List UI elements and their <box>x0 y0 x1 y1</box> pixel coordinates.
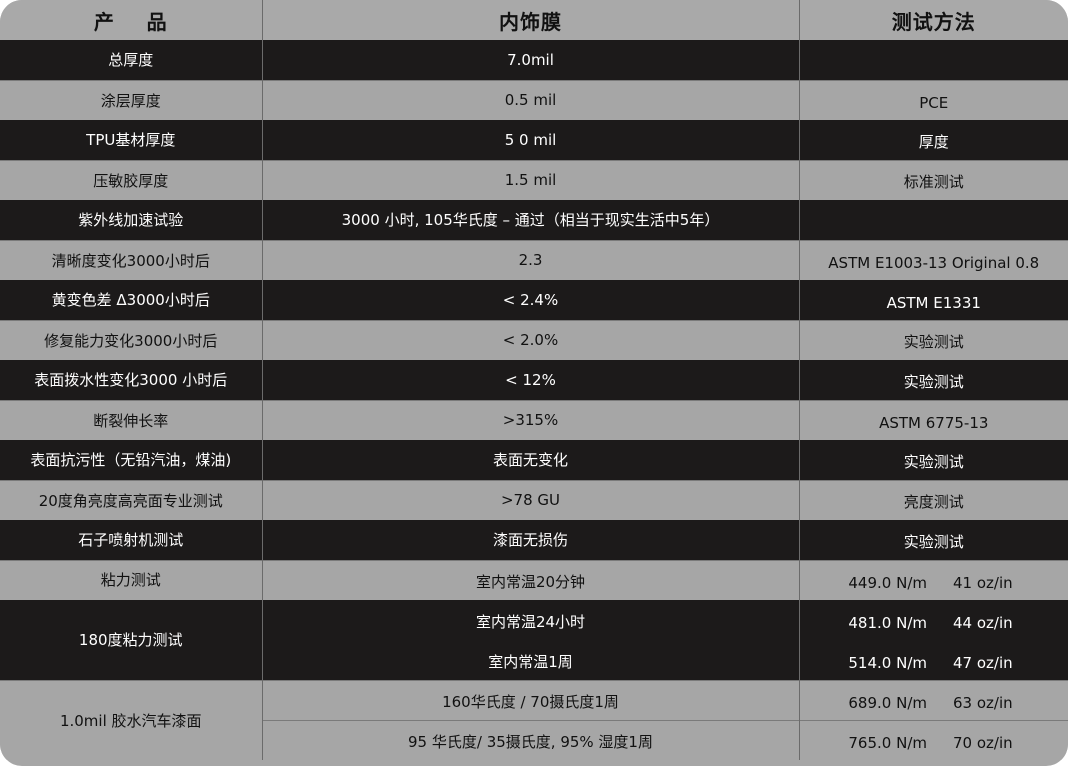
method-cell: 实验测试 <box>903 372 964 391</box>
value-cell: 3000 小时, 105华氏度 – 通过（相当于现实生活中5年） <box>262 200 800 240</box>
product-cell: 粘力测试 <box>0 559 263 600</box>
adhesion-nm: 514.0 N/m <box>848 653 927 672</box>
value-cell: >315% <box>262 399 800 440</box>
adhesion-ozin: 47 oz/in <box>953 653 1013 672</box>
adhesion-ozin: 44 oz/in <box>953 614 1013 632</box>
product-cell: 压敏胶厚度 <box>0 159 263 200</box>
value-cell: 2.3 <box>262 239 800 280</box>
table-row: 石子喷射机测试 漆面无损伤 实验测试 <box>0 520 1068 560</box>
adhesion-ozin: 41 oz/in <box>953 574 1013 592</box>
condition-cell: 160华氏度 / 70摄氏度1周 <box>262 679 800 720</box>
adhesion-ozin: 63 oz/in <box>953 693 1013 712</box>
header-row: 产 品 内饰膜 测试方法 <box>0 0 1068 40</box>
adhesion-nm: 689.0 N/m <box>848 693 927 712</box>
table-row: TPU基材厚度 5 0 mil 厚度 <box>0 120 1068 160</box>
condition-cell: 室内常温24小时 <box>262 600 800 640</box>
value-cell: 表面无变化 <box>262 440 800 480</box>
product-cell: 表面抗污性（无铅汽油，煤油) <box>0 440 263 480</box>
table-row: 黄变色差 Δ3000小时后 < 2.4% ASTM E1331 <box>0 280 1068 320</box>
adhesion-nm: 481.0 N/m <box>848 614 927 632</box>
table-row: 1.0mil 胶水汽车漆面 160华氏度 / 70摄氏度1周 689.0 N/m… <box>0 679 1068 760</box>
method-cell: 实验测试 <box>903 532 964 551</box>
adhesion-values: 689.0 N/m 63 oz/in <box>799 679 1068 720</box>
table-row: 表面拨水性变化3000 小时后 < 12% 实验测试 <box>0 360 1068 400</box>
value-cell: < 2.4% <box>262 280 800 320</box>
table-row: 粘力测试 室内常温20分钟 449.0 N/m 41 oz/in <box>0 559 1068 600</box>
method-cell: 标准测试 <box>799 159 1068 200</box>
method-cell <box>799 40 1068 80</box>
adhesion-nm: 765.0 N/m <box>848 734 927 752</box>
adhesion-values: 481.0 N/m 44 oz/in <box>799 600 1068 640</box>
method-cell: PCE <box>799 79 1068 120</box>
table-row: 表面抗污性（无铅汽油，煤油) 表面无变化 实验测试 <box>0 440 1068 480</box>
table-row: 涂层厚度 0.5 mil PCE <box>0 79 1068 120</box>
condition-cell: 室内常温1周 <box>262 640 800 680</box>
product-cell: 紫外线加速试验 <box>0 200 263 240</box>
table-row: 断裂伸长率 >315% ASTM 6775-13 <box>0 399 1068 440</box>
method-cell <box>799 200 1068 240</box>
header-method: 测试方法 <box>891 9 976 34</box>
adhesion-ozin: 70 oz/in <box>953 734 1013 752</box>
adhesion-nm: 449.0 N/m <box>848 574 927 592</box>
spec-table: 产 品 内饰膜 测试方法 总厚度 7.0mil 涂层厚度 0.5 mil PCE… <box>0 0 1068 760</box>
table-row: 180度粘力测试 室内常温24小时 481.0 N/m 44 oz/in <box>0 600 1068 680</box>
header-product: 产 品 <box>0 0 263 40</box>
product-cell: 1.0mil 胶水汽车漆面 <box>0 679 263 760</box>
adhesion-values: 765.0 N/m 70 oz/in <box>799 719 1068 760</box>
table-row: 压敏胶厚度 1.5 mil 标准测试 <box>0 159 1068 200</box>
product-cell: 涂层厚度 <box>0 79 263 120</box>
table-row: 20度角亮度高亮面专业测试 >78 GU 亮度测试 <box>0 479 1068 520</box>
table-row: 总厚度 7.0mil <box>0 40 1068 80</box>
condition-cell: 95 华氏度/ 35摄氏度, 95% 湿度1周 <box>262 719 800 760</box>
method-cell: ASTM 6775-13 <box>799 399 1068 440</box>
product-cell: 表面拨水性变化3000 小时后 <box>0 360 263 400</box>
product-cell: 总厚度 <box>0 40 263 80</box>
method-cell: 亮度测试 <box>799 479 1068 520</box>
product-cell: 清晰度变化3000小时后 <box>0 239 263 280</box>
adhesion-values: 514.0 N/m 47 oz/in <box>799 640 1068 680</box>
product-cell: 断裂伸长率 <box>0 399 263 440</box>
method-cell: 厚度 <box>918 132 949 151</box>
method-cell: ASTM E1003-13 Original 0.8 <box>799 239 1068 280</box>
method-cell: ASTM E1331 <box>886 293 981 312</box>
adhesion-values: 449.0 N/m 41 oz/in <box>799 559 1068 600</box>
value-cell: 漆面无损伤 <box>262 520 800 560</box>
product-cell: 180度粘力测试 <box>0 600 263 680</box>
product-cell: 20度角亮度高亮面专业测试 <box>0 479 263 520</box>
value-cell: < 12% <box>262 360 800 400</box>
header-film: 内饰膜 <box>262 0 800 40</box>
spec-sheet: 产 品 内饰膜 测试方法 总厚度 7.0mil 涂层厚度 0.5 mil PCE… <box>0 0 1068 766</box>
product-cell: 修复能力变化3000小时后 <box>0 319 263 360</box>
value-cell: >78 GU <box>262 479 800 520</box>
value-cell: < 2.0% <box>262 319 800 360</box>
table-row: 修复能力变化3000小时后 < 2.0% 实验测试 <box>0 319 1068 360</box>
product-cell: 黄变色差 Δ3000小时后 <box>0 280 263 320</box>
value-cell: 1.5 mil <box>262 159 800 200</box>
method-cell: 实验测试 <box>799 319 1068 360</box>
table-row: 清晰度变化3000小时后 2.3 ASTM E1003-13 Original … <box>0 239 1068 280</box>
method-cell: 实验测试 <box>903 452 964 471</box>
condition-cell: 室内常温20分钟 <box>262 559 800 600</box>
table-row: 紫外线加速试验 3000 小时, 105华氏度 – 通过（相当于现实生活中5年） <box>0 200 1068 240</box>
value-cell: 7.0mil <box>262 40 800 80</box>
product-cell: TPU基材厚度 <box>0 120 263 160</box>
value-cell: 5 0 mil <box>262 120 800 160</box>
value-cell: 0.5 mil <box>262 79 800 120</box>
product-cell: 石子喷射机测试 <box>0 520 263 560</box>
